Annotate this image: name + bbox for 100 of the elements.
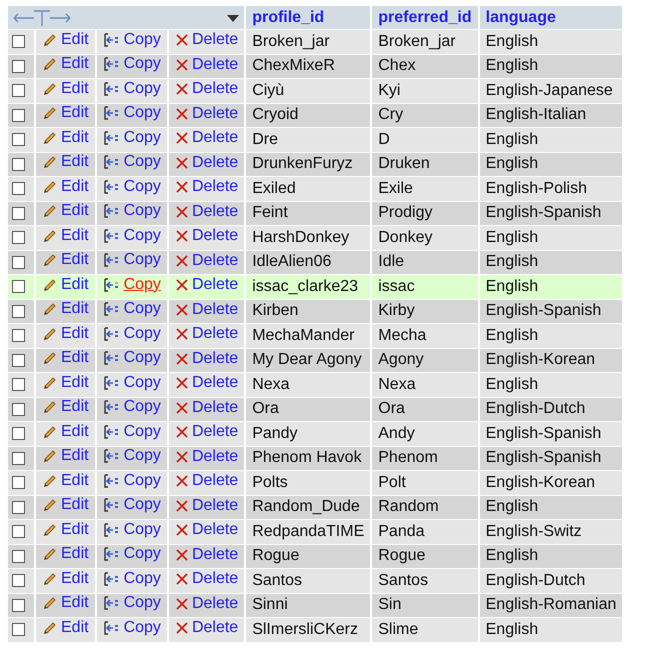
- delete-link[interactable]: Delete: [174, 227, 238, 246]
- column-header[interactable]: preferred_id: [372, 6, 478, 29]
- row-checkbox[interactable]: [12, 84, 25, 98]
- row-checkbox[interactable]: [12, 158, 25, 171]
- row-checkbox[interactable]: [12, 623, 25, 636]
- delete-link[interactable]: Delete: [174, 178, 238, 196]
- delete-link[interactable]: Delete: [174, 154, 238, 172]
- delete-link[interactable]: Delete: [174, 398, 238, 417]
- delete-link[interactable]: Delete: [174, 472, 238, 490]
- row-checkbox[interactable]: [12, 598, 25, 612]
- edit-link[interactable]: Edit: [42, 594, 89, 612]
- column-header[interactable]: profile_id: [246, 6, 370, 29]
- edit-link[interactable]: Edit: [42, 520, 89, 539]
- copy-link[interactable]: Copy: [102, 349, 161, 368]
- edit-link[interactable]: Edit: [42, 447, 89, 466]
- row-checkbox[interactable]: [12, 133, 25, 146]
- edit-link[interactable]: Edit: [42, 570, 89, 588]
- row-checkbox[interactable]: [12, 256, 25, 269]
- row-checkbox[interactable]: [12, 574, 25, 588]
- delete-link[interactable]: Delete: [174, 374, 238, 392]
- copy-link[interactable]: Copy: [102, 520, 161, 539]
- copy-link[interactable]: Copy: [102, 202, 161, 220]
- row-checkbox[interactable]: [12, 329, 25, 342]
- copy-link[interactable]: Copy: [102, 374, 161, 392]
- copy-link[interactable]: Copy: [102, 128, 161, 147]
- copy-link[interactable]: Copy: [102, 276, 161, 294]
- delete-link[interactable]: Delete: [174, 594, 238, 613]
- delete-link[interactable]: Delete: [174, 496, 238, 515]
- row-checkbox[interactable]: [12, 35, 25, 48]
- copy-link[interactable]: Copy: [102, 398, 161, 416]
- edit-link[interactable]: Edit: [42, 374, 89, 392]
- delete-link[interactable]: Delete: [174, 521, 238, 540]
- delete-link[interactable]: Delete: [174, 448, 238, 466]
- edit-link[interactable]: Edit: [42, 545, 89, 564]
- delete-link[interactable]: Delete: [174, 300, 238, 319]
- row-checkbox[interactable]: [12, 550, 25, 563]
- row-checkbox[interactable]: [12, 304, 25, 318]
- delete-link[interactable]: Delete: [174, 129, 238, 148]
- copy-link[interactable]: Copy: [102, 618, 161, 637]
- delete-link[interactable]: Delete: [174, 546, 238, 564]
- delete-link[interactable]: Delete: [174, 80, 238, 98]
- delete-link[interactable]: Delete: [174, 202, 238, 221]
- row-checkbox[interactable]: [12, 206, 25, 220]
- edit-link[interactable]: Edit: [42, 178, 89, 196]
- column-header[interactable]: language: [480, 6, 622, 29]
- edit-link[interactable]: Edit: [42, 128, 89, 147]
- delete-link[interactable]: Delete: [174, 619, 238, 638]
- row-checkbox[interactable]: [12, 476, 25, 490]
- row-checkbox[interactable]: [12, 354, 25, 367]
- copy-link[interactable]: Copy: [102, 422, 161, 441]
- copy-link[interactable]: Copy: [102, 30, 161, 49]
- delete-link[interactable]: Delete: [174, 56, 238, 74]
- row-checkbox[interactable]: [12, 60, 25, 73]
- edit-link[interactable]: Edit: [42, 251, 89, 270]
- edit-link[interactable]: Edit: [42, 422, 89, 441]
- copy-link[interactable]: Copy: [102, 153, 161, 172]
- row-checkbox[interactable]: [12, 402, 25, 416]
- row-checkbox[interactable]: [12, 500, 25, 514]
- delete-link[interactable]: Delete: [174, 276, 238, 294]
- copy-link[interactable]: Copy: [102, 80, 161, 98]
- edit-link[interactable]: Edit: [42, 104, 89, 122]
- row-checkbox[interactable]: [12, 231, 25, 244]
- row-checkbox[interactable]: [12, 280, 25, 294]
- delete-link[interactable]: Delete: [174, 325, 238, 344]
- copy-link[interactable]: Copy: [102, 447, 161, 466]
- edit-link[interactable]: Edit: [42, 202, 89, 220]
- edit-link[interactable]: Edit: [42, 398, 89, 416]
- edit-link[interactable]: Edit: [42, 496, 89, 514]
- copy-link[interactable]: Copy: [102, 251, 161, 270]
- row-checkbox[interactable]: [12, 427, 25, 440]
- copy-link[interactable]: Copy: [102, 472, 161, 490]
- copy-link[interactable]: Copy: [102, 594, 161, 612]
- delete-link[interactable]: Delete: [174, 31, 238, 50]
- edit-link[interactable]: Edit: [42, 349, 89, 368]
- row-checkbox[interactable]: [12, 378, 25, 392]
- edit-link[interactable]: Edit: [42, 30, 89, 49]
- row-checkbox[interactable]: [12, 182, 25, 196]
- row-checkbox[interactable]: [12, 108, 25, 122]
- delete-link[interactable]: Delete: [174, 104, 238, 123]
- edit-link[interactable]: Edit: [42, 324, 89, 343]
- edit-link[interactable]: Edit: [42, 276, 89, 294]
- edit-link[interactable]: Edit: [42, 472, 89, 490]
- edit-link[interactable]: Edit: [42, 55, 89, 74]
- edit-link[interactable]: Edit: [42, 153, 89, 172]
- edit-link[interactable]: Edit: [42, 618, 89, 637]
- dropdown-caret-icon[interactable]: [226, 12, 240, 22]
- copy-link[interactable]: Copy: [102, 55, 161, 74]
- row-checkbox[interactable]: [12, 525, 25, 538]
- copy-link[interactable]: Copy: [102, 545, 161, 564]
- delete-link[interactable]: Delete: [174, 252, 238, 270]
- copy-link[interactable]: Copy: [102, 496, 161, 514]
- edit-link[interactable]: Edit: [42, 226, 89, 245]
- delete-link[interactable]: Delete: [174, 423, 238, 442]
- copy-link[interactable]: Copy: [102, 300, 161, 318]
- row-checkbox[interactable]: [12, 452, 25, 465]
- copy-link[interactable]: Copy: [102, 324, 161, 343]
- copy-link[interactable]: Copy: [102, 178, 161, 196]
- copy-link[interactable]: Copy: [102, 570, 161, 588]
- delete-link[interactable]: Delete: [174, 350, 238, 368]
- copy-link[interactable]: Copy: [102, 226, 161, 245]
